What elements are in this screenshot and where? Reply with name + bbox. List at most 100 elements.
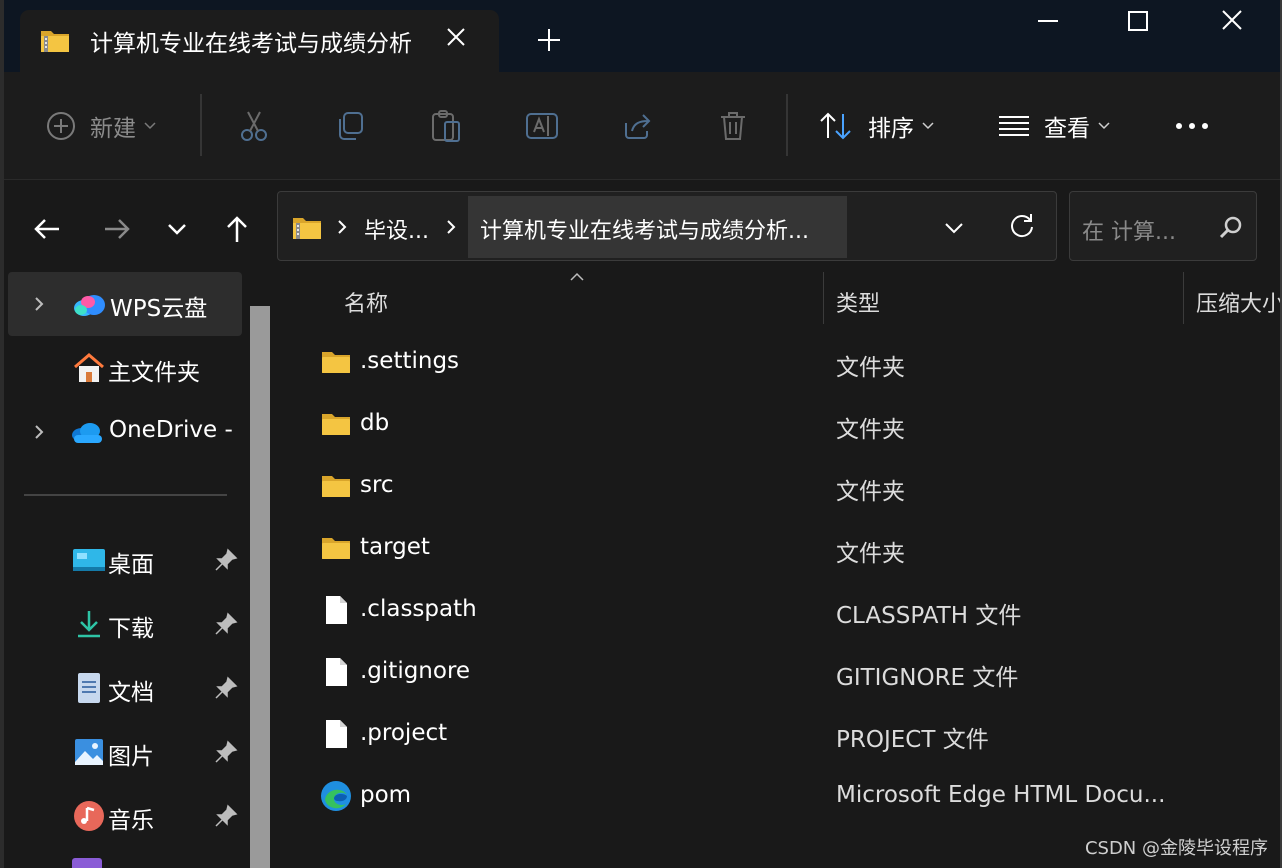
copy-icon [339,112,363,140]
folder-icon [322,414,350,435]
new-button[interactable]: 新建 [46,108,156,144]
share-icon [625,114,651,139]
navigation-bar: 毕设... 计算机专业在线考试与成绩分析... 在 计算... [0,180,1282,272]
column-header-compressed-size[interactable]: 压缩大小 [1184,272,1280,324]
partial-sidebar-item-icon [72,858,102,868]
cut-button[interactable] [238,108,270,144]
file-row[interactable]: .gitignore GITIGNORE 文件 [282,642,1280,704]
breadcrumb-chevron-icon[interactable] [445,217,457,237]
tab-current-folder[interactable]: 计算机专业在线考试与成绩分析 [20,10,499,72]
zip-folder-icon [41,31,69,52]
new-tab-icon[interactable] [536,27,562,53]
file-row[interactable]: .project PROJECT 文件 [282,704,1280,766]
sidebar-item-label: 主文件夹 [108,360,200,386]
maximize-icon[interactable] [1118,6,1158,36]
recent-locations-chevron-icon[interactable] [162,214,192,244]
sidebar-item-pictures[interactable]: 图片 [8,720,242,784]
refresh-icon[interactable] [1008,212,1036,240]
forward-arrow-icon[interactable] [102,214,132,244]
title-bar: 计算机专业在线考试与成绩分析 [0,0,1282,72]
pictures-icon [75,739,103,765]
file-list: 名称 类型 压缩大小 .settings 文件夹 db 文件夹 src 文件夹 … [282,272,1280,868]
breadcrumb-item[interactable]: 毕设... [364,213,429,245]
file-icon [326,596,347,624]
file-type: PROJECT 文件 [836,727,989,753]
share-button[interactable] [622,108,654,144]
close-window-icon[interactable] [1212,6,1252,36]
command-separator [786,94,788,156]
file-row[interactable]: db 文件夹 [282,394,1280,456]
documents-icon [78,673,100,703]
file-row[interactable]: target 文件夹 [282,518,1280,580]
minimize-icon[interactable] [1028,6,1068,36]
rename-button[interactable] [525,108,559,144]
expand-chevron-icon[interactable] [32,422,46,442]
pin-icon[interactable] [214,548,238,572]
delete-button[interactable] [718,108,748,144]
folder-icon [322,352,350,373]
file-name: src [360,472,394,498]
search-placeholder: 在 计算... [1082,220,1176,245]
sidebar-item-onedrive[interactable]: OneDrive - [8,400,242,464]
more-button[interactable] [1174,108,1210,144]
chevron-down-icon [1098,122,1110,130]
folder-icon [322,538,350,559]
sidebar-item-desktop[interactable]: 桌面 [8,528,242,592]
file-type: 文件夹 [836,541,905,567]
paste-button[interactable] [430,108,462,144]
column-header-label: 压缩大小 [1196,292,1280,317]
back-arrow-icon[interactable] [32,214,62,244]
pin-icon[interactable] [214,612,238,636]
pin-icon[interactable] [214,676,238,700]
more-icon [1176,123,1208,129]
file-row[interactable]: .settings 文件夹 [282,332,1280,394]
file-name: .gitignore [360,658,471,684]
copy-button[interactable] [334,108,366,144]
trash-icon [721,112,745,140]
paste-icon [432,110,460,142]
file-icon [326,720,347,748]
close-tab-icon[interactable] [444,25,468,49]
column-header-name[interactable]: 名称 [282,272,822,324]
sidebar-item-label: 文档 [108,680,154,706]
edge-icon [321,781,351,811]
sidebar-item-label: WPS云盘 [110,296,208,322]
search-icon[interactable] [1218,215,1244,241]
column-header-label: 名称 [344,292,389,317]
home-icon [74,353,104,382]
chevron-down-icon [144,122,156,130]
file-row[interactable]: .classpath CLASSPATH 文件 [282,580,1280,642]
file-type: 文件夹 [836,417,905,443]
sidebar-scrollbar[interactable] [250,306,270,868]
up-arrow-icon[interactable] [222,214,252,244]
sidebar-item-wps-cloud[interactable]: WPS云盘 [8,272,242,336]
sidebar-item-documents[interactable]: 文档 [8,656,242,720]
sidebar-item-downloads[interactable]: 下载 [8,592,242,656]
pin-icon[interactable] [214,740,238,764]
sidebar-scrollbar-gap [250,272,270,306]
file-type: 文件夹 [836,479,905,505]
address-dropdown-icon[interactable] [942,216,966,240]
desktop-icon [73,549,105,571]
file-row[interactable]: pom Microsoft Edge HTML Docu... [282,766,1280,828]
file-type: CLASSPATH 文件 [836,603,1022,629]
sort-button[interactable]: 排序 [818,108,934,144]
folder-icon [322,476,350,497]
file-name: .settings [360,348,460,374]
search-box[interactable]: 在 计算... [1069,191,1257,261]
address-bar[interactable]: 毕设... 计算机专业在线考试与成绩分析... [277,191,1057,261]
watermark: CSDN @金陵毕设程序 [1084,838,1268,859]
sort-label: 排序 [868,116,914,142]
view-button[interactable]: 查看 [998,108,1110,144]
breadcrumb-current[interactable]: 计算机专业在线考试与成绩分析... [480,213,840,245]
file-row[interactable]: src 文件夹 [282,456,1280,518]
navigation-pane: WPS云盘 主文件夹 OneDrive - 桌面 下载 文档 图片 音乐 [4,272,270,868]
expand-chevron-icon[interactable] [32,294,46,314]
new-label: 新建 [90,116,136,142]
pin-icon[interactable] [214,804,238,828]
sidebar-item-music[interactable]: 音乐 [8,784,242,848]
column-header-type[interactable]: 类型 [824,272,1182,324]
file-name: .classpath [360,596,477,622]
breadcrumb-chevron-icon[interactable] [336,217,348,237]
sidebar-item-home[interactable]: 主文件夹 [8,336,242,400]
